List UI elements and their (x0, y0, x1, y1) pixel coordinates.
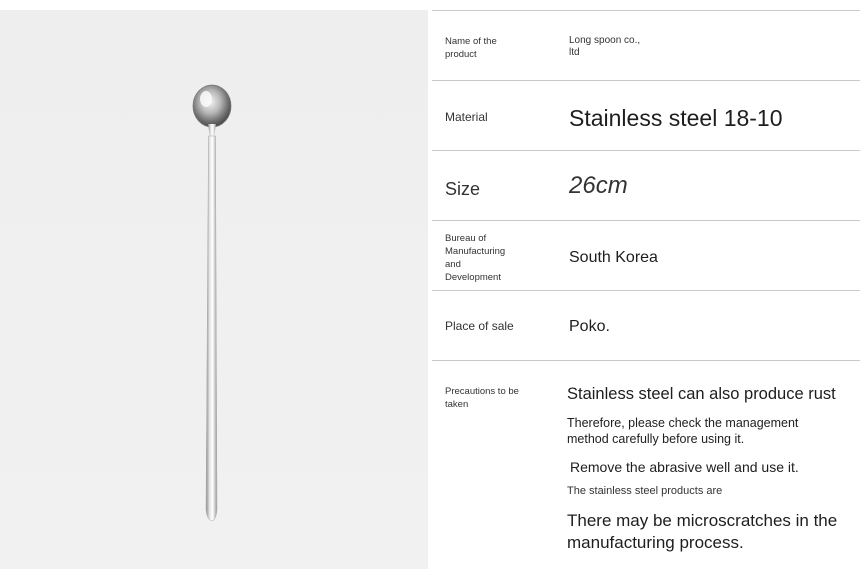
spec-label: Material (445, 110, 488, 124)
precautions-label: Precautions to be taken (445, 386, 519, 410)
precaution-line: Stainless steel can also produce rust (567, 385, 836, 403)
spec-value: Poko. (569, 318, 610, 335)
precaution-line: Remove the abrasive well and use it. (570, 459, 799, 475)
spec-row-name: Name of the product Long spoon co., ltd (432, 10, 860, 81)
precaution-line: There may be microscratches in the manuf… (567, 511, 838, 552)
spec-label: Size (445, 179, 481, 199)
precaution-line: Therefore, please check the management m… (567, 416, 799, 446)
spec-value: 26cm (569, 172, 628, 199)
spec-value: Stainless steel 18-10 (569, 105, 783, 131)
spec-label: Place of sale (445, 319, 514, 333)
spec-value: South Korea (569, 249, 658, 266)
spec-row-material: Material Stainless steel 18-10 (432, 80, 860, 151)
spec-row-bureau: Bureau of Manufacturing and Development … (432, 220, 860, 291)
spec-row-precautions: Precautions to be taken Stainless steel … (432, 361, 860, 569)
spec-label: Bureau of Manufacturing and Development (445, 233, 506, 283)
spec-row-size: Size 26cm (432, 150, 860, 221)
spec-value: Long spoon co., ltd (569, 35, 641, 58)
precaution-line: The stainless steel products are (567, 485, 723, 497)
long-spoon-image (192, 84, 232, 522)
spec-label: Name of the product (445, 36, 497, 60)
spec-row-place-of-sale: Place of sale Poko. (432, 290, 860, 361)
product-photo (0, 10, 428, 569)
